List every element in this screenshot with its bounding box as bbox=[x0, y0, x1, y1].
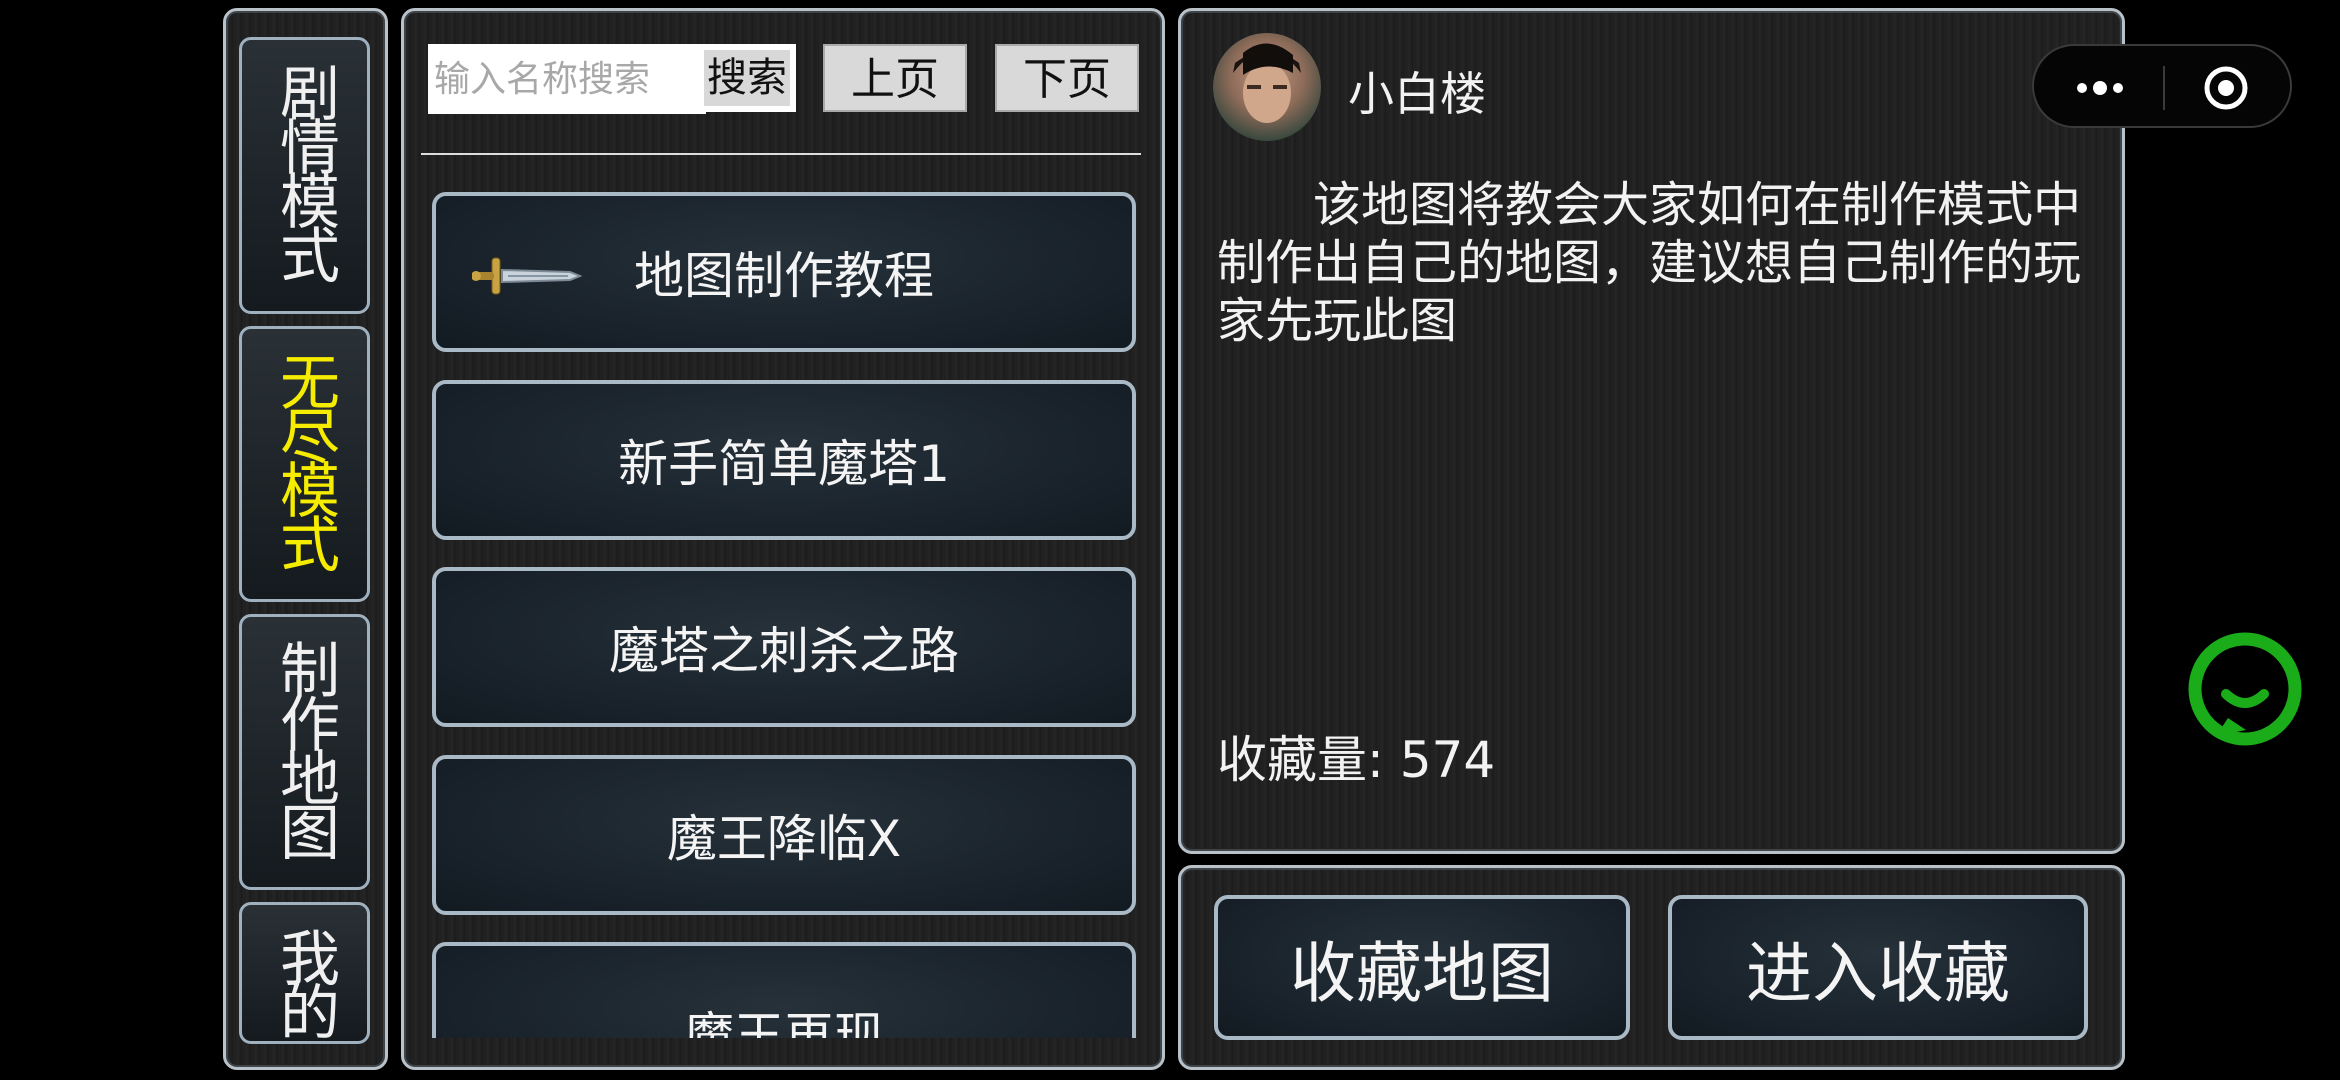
author-name: 小白楼 bbox=[1348, 67, 1486, 121]
sword-icon bbox=[472, 257, 582, 295]
map-item-label: 魔王降临X bbox=[666, 810, 902, 868]
map-item[interactable]: 魔塔之刺杀之路 bbox=[432, 567, 1136, 727]
favorites-count: 收藏量: 574 bbox=[1217, 731, 1496, 789]
map-item-label: 魔塔之刺杀之路 bbox=[609, 622, 959, 680]
miniprogram-capsule bbox=[2032, 44, 2292, 128]
more-icon[interactable] bbox=[2070, 70, 2130, 106]
tab-mine[interactable]: 我的 bbox=[239, 902, 370, 1044]
map-item[interactable]: 魔王再现 bbox=[432, 942, 1136, 1038]
prev-page-button[interactable]: 上页 bbox=[823, 44, 967, 112]
tab-story-mode-label: 剧情模式 bbox=[269, 62, 340, 278]
tab-story-mode[interactable]: 剧情模式 bbox=[239, 37, 370, 314]
next-page-button[interactable]: 下页 bbox=[995, 44, 1139, 112]
favorite-map-button[interactable]: 收藏地图 bbox=[1214, 895, 1630, 1040]
tab-make-map[interactable]: 制作地图 bbox=[239, 614, 370, 890]
map-description: 该地图将教会大家如何在制作模式中制作出自己的地图，建议想自己制作的玩家先玩此图 bbox=[1217, 177, 2082, 349]
search-input[interactable] bbox=[428, 44, 706, 114]
tab-endless-mode[interactable]: 无尽模式 bbox=[239, 326, 370, 602]
search-bar: 搜索 bbox=[428, 44, 796, 114]
capsule-divider bbox=[2163, 66, 2165, 110]
close-target-icon[interactable] bbox=[2202, 64, 2250, 112]
tab-mine-label: 我的 bbox=[269, 927, 340, 1035]
map-item-label: 地图制作教程 bbox=[634, 247, 934, 305]
map-list[interactable]: 地图制作教程 新手简单魔塔1 魔塔之刺杀之路 魔王降临X 魔王再现 bbox=[420, 180, 1150, 1038]
enter-favorites-button[interactable]: 进入收藏 bbox=[1668, 895, 2088, 1040]
author-avatar[interactable] bbox=[1213, 33, 1321, 141]
divider bbox=[421, 153, 1141, 155]
tab-endless-mode-label: 无尽模式 bbox=[269, 351, 340, 567]
map-item-label: 魔王再现 bbox=[684, 1007, 884, 1038]
chat-icon[interactable] bbox=[2184, 632, 2306, 754]
map-item[interactable]: 魔王降临X bbox=[432, 755, 1136, 915]
map-item[interactable]: 新手简单魔塔1 bbox=[432, 380, 1136, 540]
map-item-label: 新手简单魔塔1 bbox=[618, 435, 950, 493]
search-button[interactable]: 搜索 bbox=[704, 50, 790, 106]
map-item[interactable]: 地图制作教程 bbox=[432, 192, 1136, 352]
avatar-image bbox=[1233, 43, 1301, 123]
tab-make-map-label: 制作地图 bbox=[269, 639, 340, 855]
